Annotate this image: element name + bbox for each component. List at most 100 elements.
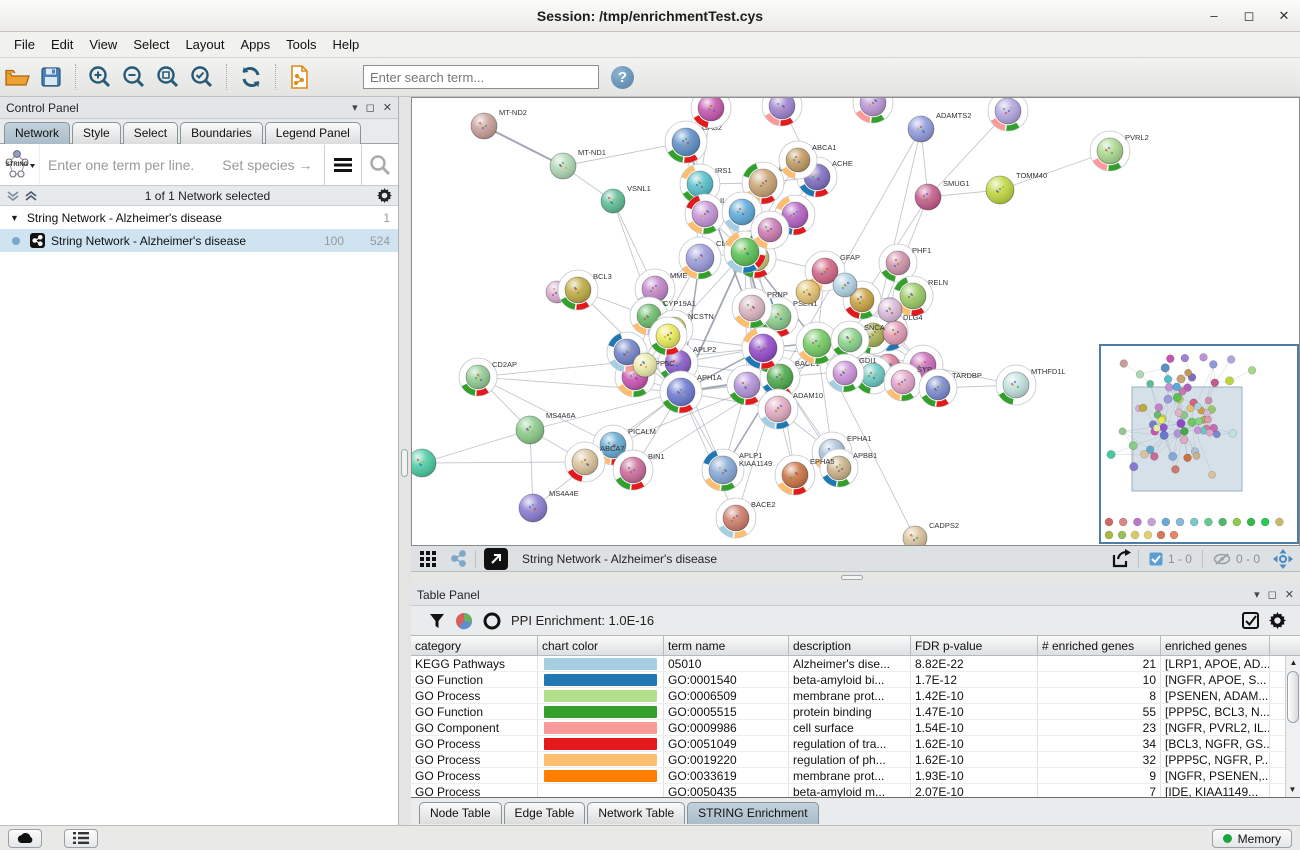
network-list-item[interactable]: ▼String Network - Alzheimer's disease1 [0,206,398,229]
menu-view[interactable]: View [81,34,125,55]
splitter-grip[interactable] [401,449,408,477]
table-row[interactable]: KEGG Pathways05010Alzheimer's dise...8.8… [411,656,1300,672]
tab-string-enrichment[interactable]: STRING Enrichment [687,802,818,824]
ring-chart-button[interactable] [483,612,501,630]
save-session-button[interactable] [35,62,67,92]
share-view-button[interactable] [445,548,471,570]
network-node[interactable]: MS4A4E [519,489,579,522]
close-icon[interactable]: ✕ [1271,6,1297,26]
birdseye-view[interactable] [1099,344,1299,544]
set-species-label[interactable]: Set species → [222,157,324,173]
panel-collapse-icon[interactable]: ▾ [352,101,358,114]
panel-float-icon[interactable]: ◻ [366,101,375,114]
export-network-button[interactable] [1108,548,1134,570]
table-row[interactable]: GO ComponentGO:0009986cell surface1.54E-… [411,720,1300,736]
string-options-button[interactable] [325,145,361,185]
scroll-down-icon[interactable]: ▼ [1285,783,1300,797]
scrollbar-thumb[interactable] [1287,671,1299,723]
column-header-category[interactable]: category [411,636,538,655]
table-scrollbar[interactable]: ▲ ▼ [1285,656,1300,797]
tab-boundaries[interactable]: Boundaries [180,122,263,144]
minimize-icon[interactable]: – [1201,6,1227,26]
network-node[interactable] [796,280,820,304]
panel-close-icon[interactable]: ✕ [383,101,392,114]
tab-network[interactable]: Network [4,122,70,144]
vertical-splitter[interactable] [399,97,411,825]
network-node[interactable]: MS4A4A [412,444,436,477]
task-history-button[interactable] [8,829,42,848]
network-node[interactable]: TARDBP [919,369,982,407]
refresh-button[interactable] [235,62,267,92]
network-node[interactable]: APBB1 [820,449,877,487]
network-node[interactable]: ADAMTS2 [908,111,971,142]
panel-close-icon[interactable]: ✕ [1285,588,1294,601]
menu-layout[interactable]: Layout [177,34,232,55]
tab-select[interactable]: Select [123,122,178,144]
network-node[interactable] [883,321,907,345]
network-node[interactable]: APLP1KIAA1149 [702,449,772,491]
table-row[interactable]: GO ProcessGO:0019220regulation of ph...1… [411,752,1300,768]
collapse-all-icon[interactable] [6,190,20,202]
table-row[interactable]: GO ProcessGO:0033619membrane prot...1.93… [411,768,1300,784]
maximize-icon[interactable]: ◻ [1236,6,1262,26]
network-node[interactable] [762,98,802,126]
pie-chart-button[interactable] [455,612,473,630]
settings-button[interactable] [1269,612,1286,629]
network-node[interactable] [742,327,784,369]
table-row[interactable]: GO FunctionGO:0001540beta-amyloid bi...1… [411,672,1300,688]
network-node[interactable]: CD2AP [459,358,517,396]
filter-button[interactable] [429,613,445,629]
panel-float-icon[interactable]: ◻ [1268,588,1277,601]
pan-tool-button[interactable] [1270,548,1296,570]
column-header-term-name[interactable]: term name [664,636,789,655]
network-node[interactable] [751,211,789,249]
scroll-up-icon[interactable]: ▲ [1286,656,1300,670]
string-protein-query-button[interactable]: STRING [0,145,40,185]
network-node[interactable] [833,273,857,297]
select-columns-button[interactable] [1242,612,1259,629]
menu-help[interactable]: Help [325,34,368,55]
menu-edit[interactable]: Edit [43,34,81,55]
network-node[interactable]: PHF1 [879,244,931,282]
zoom-in-button[interactable] [84,62,116,92]
help-button[interactable]: ? [611,66,634,89]
string-query-placeholder[interactable]: Enter one term per line. [48,157,194,173]
birdseye-toggle-button[interactable] [484,548,508,570]
network-node[interactable]: VSNL1 [601,184,651,213]
splitter-grip[interactable] [841,575,863,580]
network-node[interactable] [633,353,657,377]
memory-button[interactable]: Memory [1212,829,1292,848]
network-node[interactable]: BIN1 [613,450,665,490]
menu-file[interactable]: File [6,34,43,55]
column-header-fdr-p-value[interactable]: FDR p-value [911,636,1038,655]
column-header-description[interactable]: description [789,636,911,655]
network-node[interactable] [691,98,731,128]
search-input[interactable] [363,65,599,89]
network-node[interactable]: BACE2 [716,498,776,538]
menu-apps[interactable]: Apps [233,34,279,55]
column-header-enriched-genes[interactable]: enriched genes [1161,636,1270,655]
import-network-button[interactable] [284,62,316,92]
enrichment-table[interactable]: KEGG Pathways05010Alzheimer's dise...8.8… [411,656,1300,797]
zoom-fit-button[interactable] [152,62,184,92]
table-row[interactable]: GO ProcessGO:0050435beta-amyloid m...2.0… [411,784,1300,797]
tab-style[interactable]: Style [72,122,121,144]
network-node[interactable]: BCL3 [558,270,612,310]
task-list-button[interactable] [64,829,98,848]
menu-tools[interactable]: Tools [278,34,324,55]
network-list-item[interactable]: String Network - Alzheimer's disease1005… [0,229,398,252]
column-header-enriched-genes[interactable]: # enriched genes [1038,636,1161,655]
network-node[interactable]: TOMM40 [986,171,1047,204]
tab-network-table[interactable]: Network Table [587,802,685,824]
network-node[interactable]: ADAM10 [758,389,823,429]
network-node[interactable]: APH1A [660,371,722,413]
network-node[interactable] [878,298,902,322]
network-node[interactable] [853,98,893,123]
network-node[interactable]: SMUG1 [915,179,970,210]
tab-edge-table[interactable]: Edge Table [504,802,586,824]
network-node[interactable]: MTHFD1L [996,365,1066,405]
column-header-chart-color[interactable]: chart color [538,636,664,655]
string-search-button[interactable] [362,145,398,185]
zoom-selected-button[interactable] [186,62,218,92]
tab-node-table[interactable]: Node Table [419,802,502,824]
